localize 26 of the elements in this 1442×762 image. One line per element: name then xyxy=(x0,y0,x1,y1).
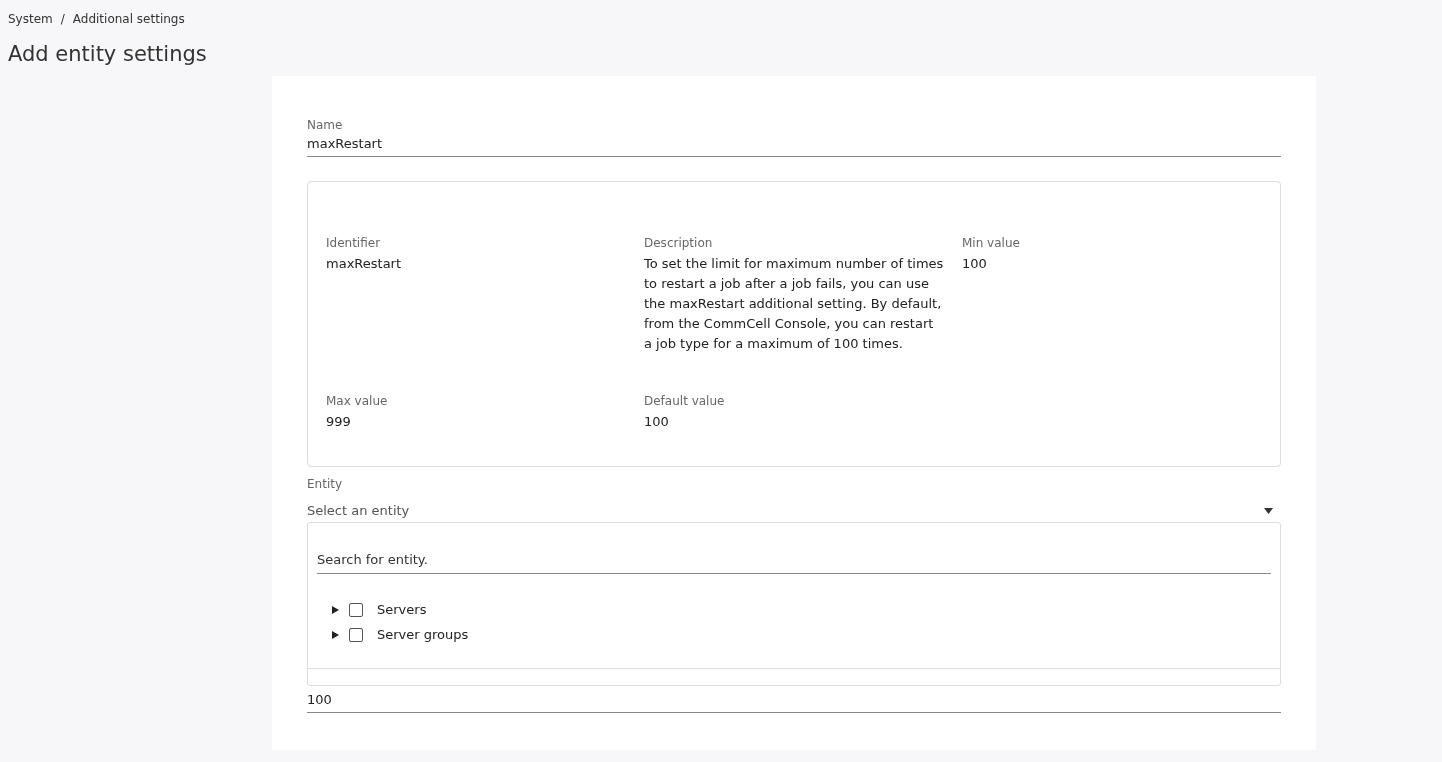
detail-label: Identifier xyxy=(326,236,382,250)
field-label: Name xyxy=(307,118,344,132)
detail-value: maxRestart xyxy=(326,255,403,273)
detail-label: Min value xyxy=(962,236,1021,250)
breadcrumb-link[interactable]: System xyxy=(8,12,53,26)
detail-value: 100 xyxy=(962,255,988,273)
detail-value: 100 xyxy=(644,413,670,431)
tree-item-label[interactable]: Server groups xyxy=(377,627,469,642)
tree-item-label[interactable]: Servers xyxy=(377,602,427,617)
value-input-field[interactable]: 100 xyxy=(307,688,1281,713)
field-label: Entity xyxy=(307,477,344,491)
detail-label: Default value xyxy=(644,394,726,408)
name-input-field[interactable]: maxRestart xyxy=(307,132,1281,157)
checkbox[interactable] xyxy=(349,627,363,642)
detail-label: Max value xyxy=(326,394,389,408)
entity-select[interactable]: Select an entity xyxy=(307,503,1281,518)
page-title: Add entity settings xyxy=(8,42,208,66)
checkbox[interactable] xyxy=(349,602,363,617)
detail-label: Description xyxy=(644,236,714,250)
expand-arrow-icon[interactable] xyxy=(332,630,339,639)
expand-arrow-icon[interactable] xyxy=(332,605,339,614)
detail-value: 999 xyxy=(326,413,352,431)
dropdown-caret-icon xyxy=(1264,507,1273,514)
breadcrumb-separator: / xyxy=(60,12,65,26)
detail-value: To set the limit for maximum number of times to restart a job after a job fails, you can use the maxRestart additional setting. By default, from the CommCell Console, you can restart a job type for a maximum of 100 times. xyxy=(644,255,944,353)
breadcrumb-link[interactable]: Additional settings xyxy=(72,12,185,26)
